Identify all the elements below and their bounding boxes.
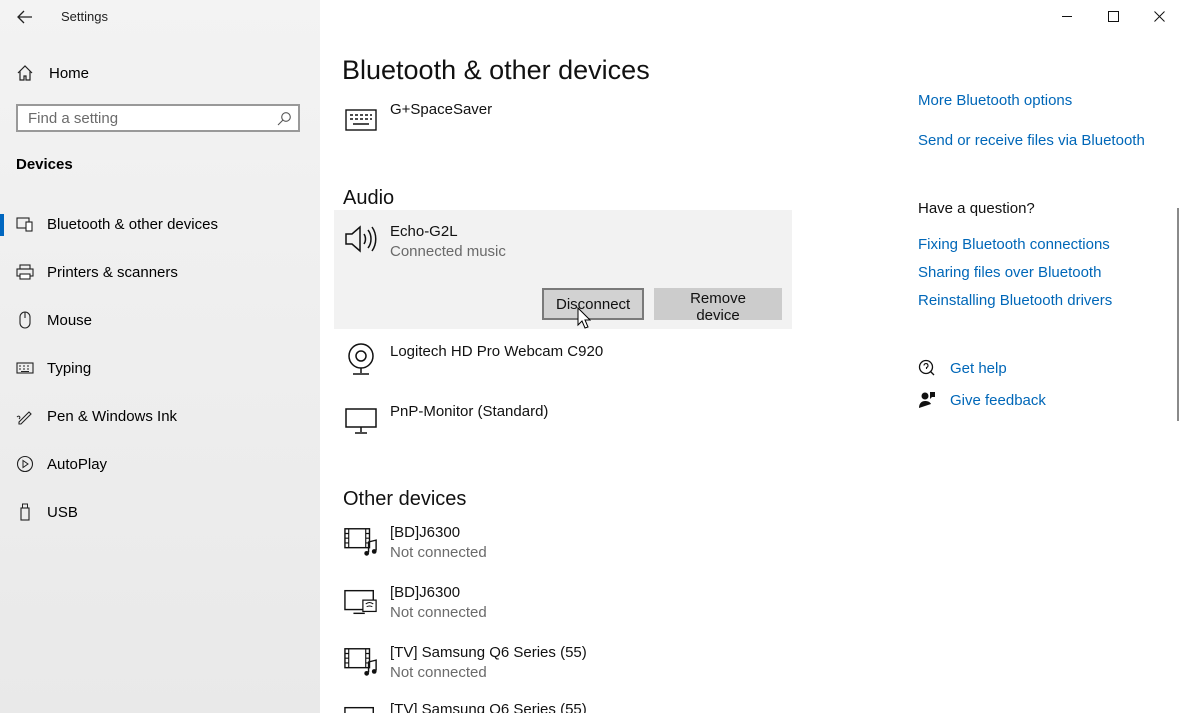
sidebar-item-label: Pen & Windows Ink <box>47 407 178 425</box>
device-name: [BD]J6300 <box>390 524 461 541</box>
printer-icon <box>16 264 34 280</box>
keyboard-icon <box>16 362 34 374</box>
autoplay-icon <box>16 455 34 473</box>
minimize-icon <box>1062 16 1072 17</box>
device-status: Connected music <box>390 243 506 260</box>
sidebar-item-label: AutoPlay <box>47 455 108 473</box>
device-item-other[interactable]: [BD]J6300 Not connected <box>334 523 792 567</box>
sidebar-item-typing[interactable]: Typing <box>0 346 320 390</box>
device-name: Echo-G2L <box>390 223 458 240</box>
disconnect-button[interactable]: Disconnect <box>542 288 644 320</box>
mouse-cursor-icon <box>577 307 591 329</box>
usb-icon <box>16 503 34 521</box>
sidebar: Settings Home Devices Bluetooth & other … <box>0 0 320 713</box>
maximize-icon <box>1107 10 1119 22</box>
feedback-icon <box>919 392 935 408</box>
sidebar-item-label: Printers & scanners <box>47 263 178 281</box>
home-nav-item[interactable]: Home <box>16 60 89 86</box>
search-box[interactable] <box>16 104 300 132</box>
device-name: G+SpaceSaver <box>390 101 493 118</box>
mouse-icon <box>16 311 34 329</box>
device-status: Not connected <box>390 604 487 621</box>
device-item-monitor[interactable]: PnP-Monitor (Standard) <box>334 402 792 438</box>
give-feedback-link[interactable]: Give feedback <box>950 392 1046 409</box>
keyboard-icon <box>344 103 378 137</box>
home-label: Home <box>49 64 90 82</box>
media-player-icon <box>344 645 378 679</box>
page-title: Bluetooth & other devices <box>342 55 650 85</box>
scrollbar[interactable] <box>1177 208 1179 421</box>
device-name: [TV] Samsung Q6 Series (55) <box>390 701 587 713</box>
back-arrow-icon <box>17 10 32 24</box>
device-status: Not connected <box>390 544 487 561</box>
sidebar-item-usb[interactable]: USB <box>0 490 320 534</box>
sidebar-item-bluetooth[interactable]: Bluetooth & other devices <box>0 202 320 246</box>
media-player-icon <box>344 525 378 559</box>
send-receive-files-link[interactable]: Send or receive files via Bluetooth <box>918 132 1145 149</box>
device-name: [TV] Samsung Q6 Series (55) <box>390 644 587 661</box>
media-device-icon <box>344 702 378 713</box>
webcam-icon <box>344 342 378 376</box>
home-icon <box>17 65 33 81</box>
sidebar-item-autoplay[interactable]: AutoPlay <box>0 442 320 486</box>
audio-heading: Audio <box>343 187 395 209</box>
search-input[interactable] <box>18 106 278 130</box>
sidebar-item-label: Typing <box>47 359 92 377</box>
remove-device-button[interactable]: Remove device <box>654 288 782 324</box>
close-button[interactable] <box>1136 0 1182 32</box>
sidebar-item-label: USB <box>47 503 78 521</box>
device-name: [BD]J6300 <box>390 584 461 601</box>
minimize-button[interactable] <box>1044 0 1090 32</box>
device-name: PnP-Monitor (Standard) <box>390 403 549 420</box>
close-icon <box>1153 10 1165 22</box>
device-item-selected[interactable]: Echo-G2L Connected music Disconnect Remo… <box>334 210 792 329</box>
device-item-webcam[interactable]: Logitech HD Pro Webcam C920 <box>334 342 792 382</box>
main-panel: Bluetooth & other devices G+SpaceSaver A… <box>320 0 1182 713</box>
get-help-link[interactable]: Get help <box>950 360 1007 377</box>
app-title: Settings <box>61 9 108 24</box>
help-chat-icon <box>918 359 935 376</box>
pen-icon <box>16 407 34 425</box>
reinstalling-drivers-link[interactable]: Reinstalling Bluetooth drivers <box>918 292 1112 309</box>
back-button[interactable] <box>14 6 36 28</box>
search-icon <box>277 112 291 126</box>
sidebar-item-printers[interactable]: Printers & scanners <box>0 250 320 294</box>
sidebar-item-mouse[interactable]: Mouse <box>0 298 320 342</box>
device-item-other[interactable]: [BD]J6300 Not connected <box>334 583 792 627</box>
media-device-icon <box>344 585 378 619</box>
sidebar-item-pen[interactable]: Pen & Windows Ink <box>0 394 320 438</box>
bluetooth-devices-icon <box>16 216 34 232</box>
other-devices-heading: Other devices <box>343 488 467 510</box>
device-item-other[interactable]: [TV] Samsung Q6 Series (55) Not connecte… <box>334 643 792 687</box>
section-label-devices: Devices <box>16 156 73 173</box>
sharing-files-link[interactable]: Sharing files over Bluetooth <box>918 264 1101 281</box>
more-bluetooth-options-link[interactable]: More Bluetooth options <box>918 92 1072 109</box>
have-a-question-heading: Have a question? <box>918 200 1035 217</box>
device-item-keyboard[interactable]: G+SpaceSaver <box>334 101 792 137</box>
fixing-bluetooth-link[interactable]: Fixing Bluetooth connections <box>918 236 1110 253</box>
sidebar-item-label: Mouse <box>47 311 93 329</box>
speaker-icon <box>344 222 378 256</box>
device-name: Logitech HD Pro Webcam C920 <box>390 343 604 360</box>
device-status: Not connected <box>390 664 487 681</box>
maximize-button[interactable] <box>1090 0 1136 32</box>
monitor-icon <box>344 404 378 438</box>
get-help-row[interactable]: Get help <box>918 359 1007 377</box>
sidebar-item-label: Bluetooth & other devices <box>47 215 218 233</box>
device-item-other[interactable]: [TV] Samsung Q6 Series (55) <box>334 700 792 713</box>
give-feedback-row[interactable]: Give feedback <box>918 391 1046 409</box>
